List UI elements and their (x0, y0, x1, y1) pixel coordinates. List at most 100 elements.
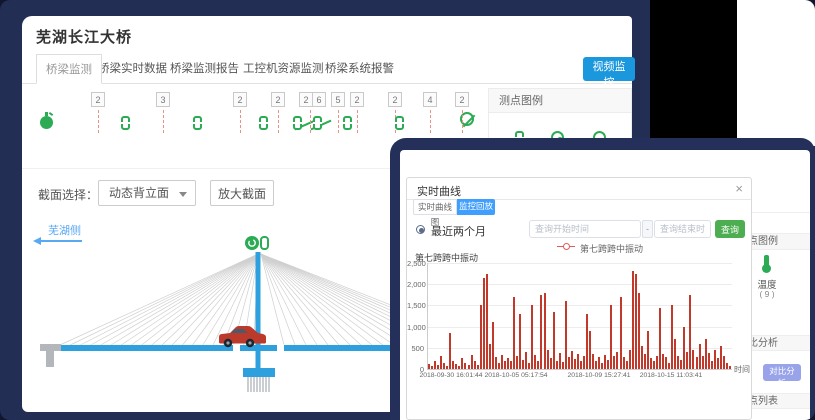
chart-bar (540, 295, 542, 369)
abutment-pier (40, 344, 61, 367)
chart-bar (586, 314, 588, 369)
tab-realtime-curve[interactable]: 实时曲线图 (413, 199, 457, 215)
chart-bar (537, 361, 539, 369)
chart-bar (595, 361, 597, 369)
sensor-count-badge: 2 (299, 92, 313, 107)
chart-bar (544, 293, 546, 369)
sensor-count-badge: 2 (233, 92, 247, 107)
chart-bar (601, 363, 603, 369)
chart-bar (677, 356, 679, 369)
sensor-count-badge: 6 (312, 92, 326, 107)
chart-bar (720, 346, 722, 369)
page-title: 芜湖长江大桥 (36, 26, 132, 47)
deck-gap (277, 345, 284, 352)
chart-bar (589, 331, 591, 369)
chart-bar (613, 356, 615, 369)
legend-series-label: 第七跨跨中振动 (580, 242, 643, 255)
query-button[interactable]: 查询 (715, 220, 745, 238)
panel-divider (752, 212, 810, 213)
chart-bar (440, 356, 442, 369)
close-icon[interactable]: × (735, 181, 743, 196)
chart-bar (446, 366, 448, 369)
recent-two-months-radio[interactable] (416, 225, 425, 234)
chart-bar (656, 356, 658, 369)
sensor-count-badge: 2 (388, 92, 402, 107)
chart-bar (671, 305, 673, 369)
chart-bar (659, 308, 661, 369)
chart-bar (559, 353, 561, 369)
chart-bar (437, 365, 439, 369)
chart-bar (471, 355, 473, 369)
chart-bar (683, 327, 685, 369)
pile-foundation (248, 377, 269, 392)
x-axis-label: 时间 (734, 364, 750, 375)
chart-bar (680, 360, 682, 369)
chart-bar (461, 358, 463, 369)
chart-bar (495, 357, 497, 369)
chart-bar (717, 358, 719, 369)
chart-bar (653, 361, 655, 369)
tab-system-alarm[interactable]: 桥梁系统报警 (325, 54, 394, 84)
anemometer-icon[interactable] (40, 116, 53, 129)
section-select[interactable]: 动态背立面 (98, 180, 196, 206)
tab-monitoring-report[interactable]: 桥梁监测报告 (170, 54, 239, 84)
sensor-dashed-line (240, 110, 241, 133)
query-end-time-input[interactable] (654, 220, 711, 238)
enlarge-section-button[interactable]: 放大截面 (210, 180, 274, 206)
chart-bar (428, 364, 430, 369)
sensor-count-badge: 4 (423, 92, 437, 107)
chart-bar (574, 359, 576, 369)
chain-sensor-icon[interactable] (343, 116, 352, 130)
video-monitor-button[interactable]: 视频监控 (583, 57, 635, 81)
chain-sensor-icon[interactable] (193, 116, 202, 130)
thermometer-icon[interactable] (764, 255, 769, 268)
chain-sensor-icon (261, 237, 268, 249)
legend-line-marker-icon (557, 246, 575, 247)
chart-bar (568, 357, 570, 369)
tab-monitor-playback[interactable]: 监控回放 (457, 199, 495, 215)
y-tick: 1,500 (407, 301, 424, 310)
date-range-separator: - (642, 220, 653, 238)
chart-bar (468, 365, 470, 369)
sensor-count-badge: 3 (156, 92, 170, 107)
temperature-count: ( 9 ) (754, 289, 780, 299)
y-tick: 500 (407, 344, 424, 353)
tab-realtime-data[interactable]: 桥梁实时数据 (98, 54, 167, 84)
chart-bar (477, 365, 479, 369)
chart-bar (480, 305, 482, 369)
chart-bar (534, 355, 536, 369)
chart-bar (607, 360, 609, 369)
x-tick: 2018-09-30 16:01:44 (419, 372, 482, 379)
deck-gap (233, 345, 240, 352)
compare-analysis-button[interactable]: 对比分析 (763, 364, 801, 381)
chain-sensor-icon[interactable] (313, 116, 322, 130)
chart-plot-area[interactable] (428, 263, 732, 369)
bridge-tower (256, 252, 261, 372)
chart-bar (723, 356, 725, 369)
chart-bar (498, 363, 500, 369)
chain-sensor-icon[interactable] (395, 116, 404, 130)
chart-bar (583, 356, 585, 369)
chain-sensor-icon[interactable] (293, 116, 302, 130)
tab-ipc-resource[interactable]: 工控机资源监测 (243, 54, 324, 84)
chart-bar (662, 354, 664, 369)
chart-bar (492, 322, 494, 369)
chart-bar (729, 366, 731, 369)
chain-sensor-icon[interactable] (121, 116, 130, 130)
tab-bridge-monitoring[interactable]: 桥梁监测 (36, 54, 102, 84)
sensor-dashed-line (338, 110, 339, 133)
chart-bar (699, 344, 701, 369)
query-start-time-input[interactable] (529, 220, 641, 238)
white-backdrop-window (737, 0, 815, 146)
dialog-header: 实时曲线 × (407, 178, 751, 200)
chevron-down-icon (179, 192, 187, 197)
chart-bar (547, 350, 549, 369)
tower-top-sensor-icon (245, 236, 259, 250)
sensor-count-badge: 2 (91, 92, 105, 107)
chart-bar (623, 357, 625, 369)
chain-sensor-icon[interactable] (259, 116, 268, 130)
x-tick: 2018-10-09 15:27:41 (567, 372, 630, 379)
chart-bar (632, 271, 634, 369)
chart-bar (486, 274, 488, 369)
chart-bar (452, 361, 454, 369)
